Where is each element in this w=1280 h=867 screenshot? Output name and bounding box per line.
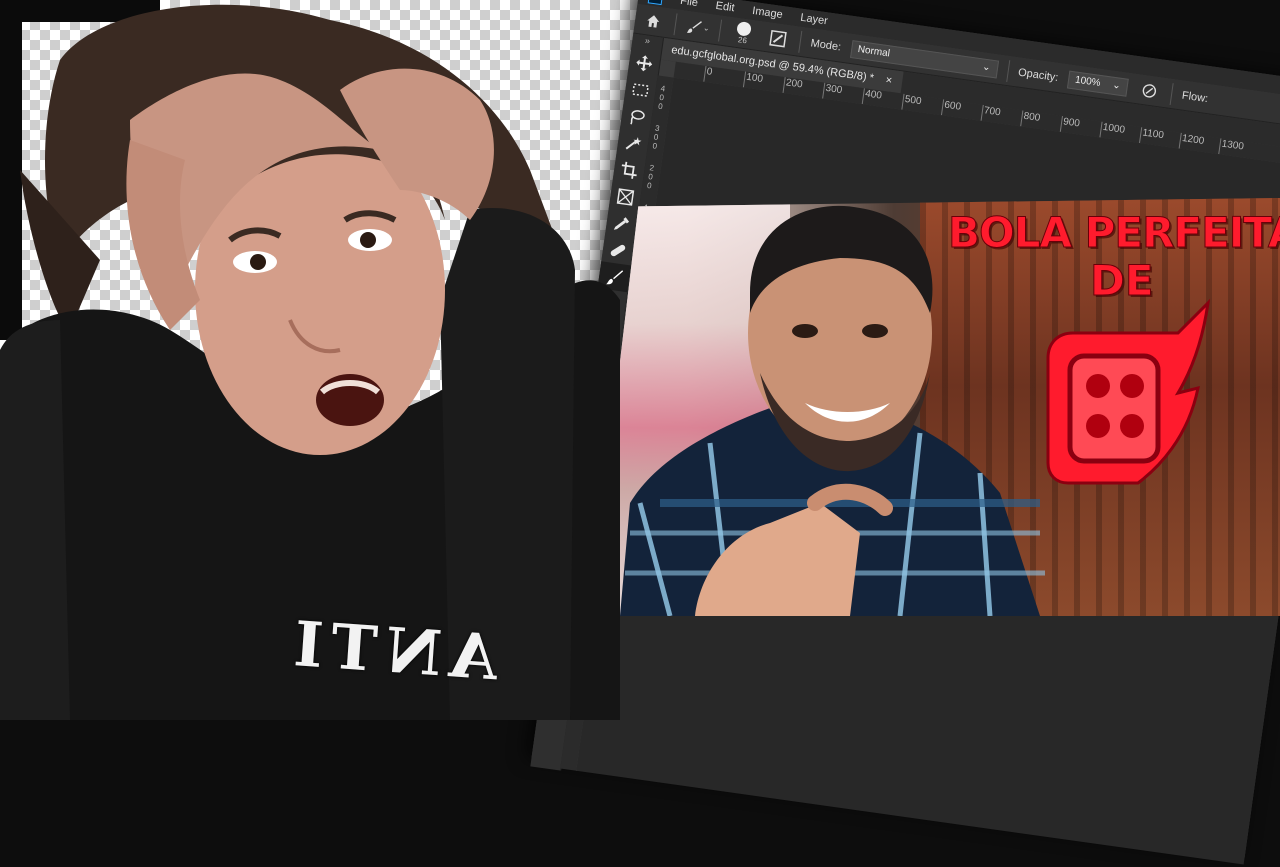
menu-layer[interactable]: Layer (800, 12, 829, 28)
ruler-top-label: 1300 (1220, 138, 1245, 153)
magic-wand-tool-icon[interactable] (616, 128, 649, 159)
ruler-top-label: 1000 (1102, 121, 1126, 136)
opacity-value: 100% (1074, 74, 1102, 89)
thumbnail-headline-line2: DE (1090, 256, 1155, 305)
chevron-down-icon: ⌄ (1111, 79, 1122, 92)
ruler-top-label: 200 (785, 77, 804, 91)
ruler-top-label: 100 (745, 71, 764, 85)
brush-size-value: 26 (737, 35, 748, 46)
ruler-top-label: 600 (943, 99, 962, 113)
red-dice-logo-icon (1046, 298, 1211, 485)
mode-value: Normal (857, 43, 891, 60)
ruler-top-label: 700 (983, 105, 1002, 119)
divider (1005, 59, 1010, 82)
ruler-top-label: 0 (705, 66, 714, 78)
move-tool-icon[interactable] (628, 47, 661, 78)
divider (1169, 82, 1174, 105)
ruler-top-label: 300 (824, 82, 843, 97)
pressure-opacity-button[interactable] (1136, 77, 1163, 104)
lasso-tool-icon[interactable] (620, 101, 653, 132)
divider (718, 19, 723, 42)
thumbnail-headline-line1: BOLA PERFEITA (948, 208, 1280, 257)
divider (798, 30, 803, 53)
flow-label: Flow: (1181, 89, 1209, 105)
ruler-left-label: 400 (657, 83, 666, 112)
menu-edit[interactable]: Edit (715, 0, 735, 14)
smiling-man-image (620, 205, 1045, 616)
pressure-icon (1142, 83, 1157, 98)
ruler-top-label: 900 (1062, 116, 1081, 130)
chevron-down-icon: ⌄ (702, 23, 711, 34)
home-button[interactable] (640, 7, 667, 34)
photoshop-logo: Ps (647, 0, 664, 6)
marquee-tool-icon[interactable] (624, 74, 657, 105)
ruler-top-label: 400 (864, 88, 883, 102)
brush-size-picker[interactable]: 26 (729, 20, 758, 46)
brush-preset-button[interactable]: ⌄ (684, 13, 711, 40)
document-canvas[interactable]: BOLA PERFEITA DE (590, 198, 1280, 616)
menu-image[interactable]: Image (751, 5, 783, 21)
divider (673, 12, 678, 35)
opacity-label: Opacity: (1017, 66, 1060, 84)
home-icon (647, 14, 660, 28)
ruler-top-label: 1100 (1141, 127, 1165, 142)
brush-settings-icon (769, 29, 787, 47)
ruler-top-label: 1200 (1181, 132, 1205, 147)
ruler-top-label: 800 (1022, 110, 1041, 124)
menu-file[interactable]: File (680, 0, 699, 9)
brush-icon (686, 20, 703, 33)
opacity-input[interactable]: 100% ⌄ (1066, 70, 1129, 97)
shirt-print-text: ANTI (283, 606, 501, 695)
ruler-left-label: 200 (646, 163, 655, 191)
ruler-top-label: 500 (904, 94, 923, 108)
chevron-down-icon: ⌄ (981, 61, 992, 74)
ruler-left-label: 300 (652, 123, 661, 151)
mode-label: Mode: (809, 36, 842, 54)
close-tab-icon[interactable]: × (885, 74, 893, 87)
brush-settings-button[interactable] (765, 25, 792, 52)
